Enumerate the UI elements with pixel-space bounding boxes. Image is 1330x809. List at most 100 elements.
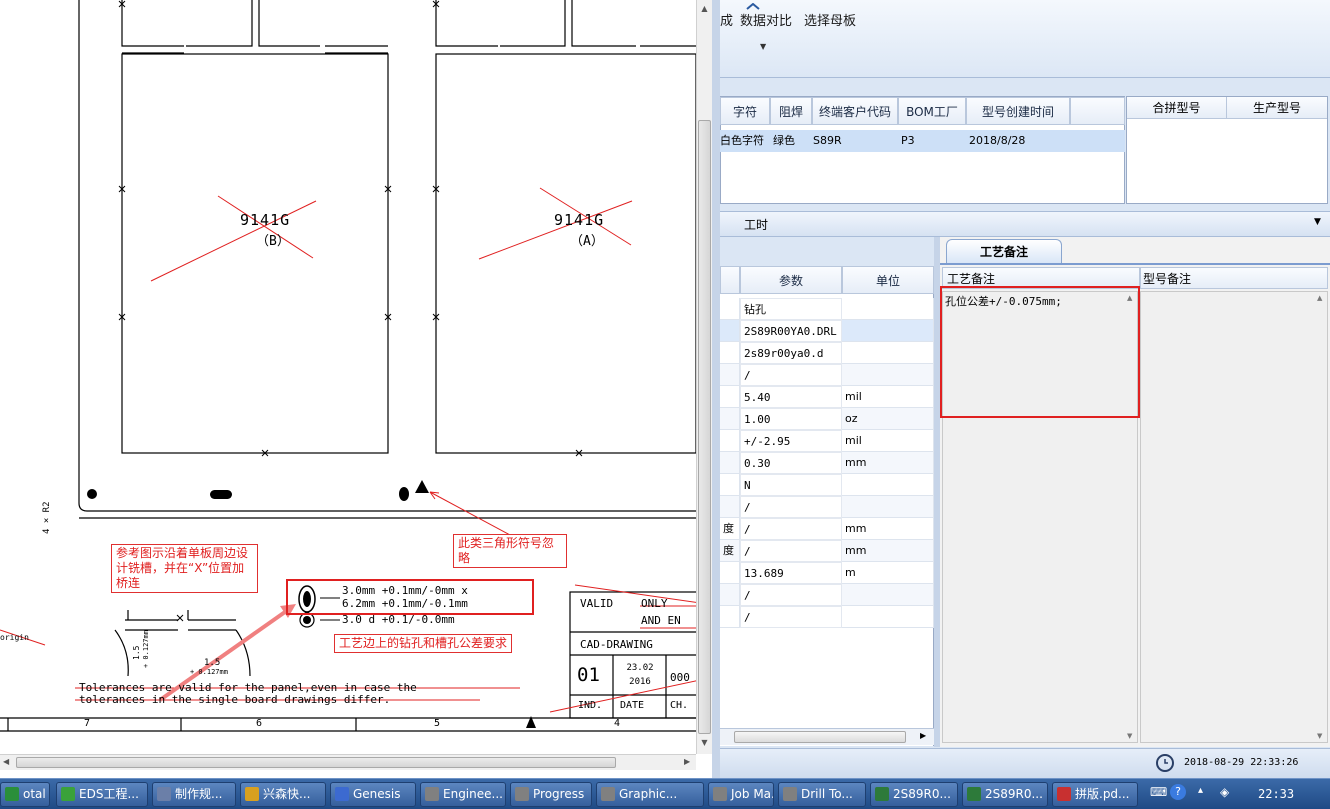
col-header-param[interactable]: 参数 bbox=[740, 266, 842, 294]
taskbar-item[interactable]: 兴森快... bbox=[240, 782, 326, 807]
tb-ind-value: 01 bbox=[577, 664, 600, 686]
param-value[interactable]: / bbox=[740, 496, 842, 518]
col-header-customer[interactable]: 终端客户代码 bbox=[812, 97, 898, 125]
scroll-up-icon[interactable]: ▲ bbox=[699, 4, 710, 14]
pdf-vscroll-thumb[interactable] bbox=[698, 120, 711, 734]
scroll-right-icon[interactable]: ▶ bbox=[684, 757, 690, 766]
tb-only: ONLY bbox=[641, 597, 668, 610]
keyboard-icon[interactable]: ⌨ bbox=[1150, 785, 1167, 799]
param-unit: mm bbox=[842, 452, 934, 474]
taskbar-item[interactable]: Progress bbox=[510, 782, 592, 807]
holes-note: 工艺边上的钻孔和槽孔公差要求 bbox=[334, 634, 513, 653]
app-icon bbox=[61, 787, 75, 801]
tb-date-value: 23.02 2016 bbox=[626, 663, 654, 687]
taskbar-item[interactable]: Genesis bbox=[330, 782, 416, 807]
section-dropdown-icon[interactable]: ▼ bbox=[1314, 217, 1321, 227]
pdf-horizontal-scrollbar[interactable]: ◀ ▶ bbox=[0, 754, 696, 770]
tab-process-notes[interactable]: 工艺备注 bbox=[946, 239, 1062, 263]
network-icon[interactable]: ◈ bbox=[1220, 785, 1229, 799]
scroll-up-icon[interactable]: ▲ bbox=[1317, 294, 1322, 302]
col-header-bom[interactable]: BOM工厂 bbox=[898, 97, 966, 125]
tab-work-hours[interactable]: 工时 bbox=[744, 216, 768, 233]
taskbar-item[interactable]: Drill To... bbox=[778, 782, 866, 807]
ruler-5: 5 bbox=[434, 718, 441, 729]
origin-label: origin bbox=[0, 633, 29, 642]
param-unit bbox=[842, 584, 934, 606]
param-unit bbox=[842, 474, 934, 496]
ruler-6: 6 bbox=[256, 718, 263, 729]
param-label: 度 bbox=[720, 540, 740, 562]
scroll-left-icon[interactable]: ◀ bbox=[3, 757, 9, 766]
param-value[interactable]: N bbox=[740, 474, 842, 496]
taskbar-item[interactable]: 2S89R0... bbox=[870, 782, 958, 807]
params-hscroll[interactable]: ▶ bbox=[720, 728, 934, 745]
col-header-production[interactable]: 生产型号 bbox=[1227, 97, 1327, 119]
taskbar-item-label: 兴森快... bbox=[263, 787, 311, 801]
taskbar-item[interactable]: 制作规... bbox=[152, 782, 236, 807]
param-value[interactable]: 2s89r00ya0.d bbox=[740, 342, 842, 364]
scroll-down-icon[interactable]: ▼ bbox=[1127, 732, 1132, 740]
system-tray: ⌨ ? ▴ ◈ 22:33 bbox=[1146, 783, 1326, 806]
ribbon-partial-button[interactable]: 成 bbox=[720, 10, 733, 29]
param-value[interactable]: / bbox=[740, 584, 842, 606]
data-compare-button[interactable]: 数据对比 bbox=[740, 10, 792, 29]
scroll-down-icon[interactable]: ▼ bbox=[699, 738, 710, 748]
taskbar-item[interactable]: Job Ma... bbox=[708, 782, 774, 807]
tb-date: DATE bbox=[620, 700, 645, 711]
param-unit: mm bbox=[842, 540, 934, 562]
taskbar-clock[interactable]: 22:33 bbox=[1258, 787, 1294, 801]
col-header-unit[interactable]: 单位 bbox=[842, 266, 934, 294]
col-header-char[interactable]: 字符 bbox=[720, 97, 770, 125]
param-value[interactable]: 5.40 bbox=[740, 386, 842, 408]
param-value[interactable]: +/-2.95 bbox=[740, 430, 842, 452]
taskbar-item[interactable]: otal C... bbox=[0, 782, 50, 807]
param-label bbox=[720, 386, 740, 408]
cell-solder: 绿色 bbox=[773, 134, 795, 147]
param-value[interactable]: 1.00 bbox=[740, 408, 842, 430]
taskbar-item[interactable]: 2S89R0... bbox=[962, 782, 1048, 807]
taskbar-item-label: 制作规... bbox=[175, 787, 223, 801]
app-icon bbox=[425, 787, 439, 801]
col-header-model-note[interactable]: 型号备注 bbox=[1140, 267, 1328, 289]
col-header-solder[interactable]: 阻焊 bbox=[770, 97, 812, 125]
hole-spec-line1: 3.0mm +0.1mm/-0mm x bbox=[342, 584, 468, 597]
taskbar-item[interactable]: 拼版.pd... bbox=[1052, 782, 1138, 807]
param-label bbox=[720, 562, 740, 584]
app-icon bbox=[1057, 787, 1071, 801]
param-value[interactable]: 2S89R00YA0.DRL bbox=[740, 320, 842, 342]
param-value[interactable]: / bbox=[740, 540, 842, 562]
taskbar-item[interactable]: EDS工程... bbox=[56, 782, 148, 807]
taskbar-item-label: Job Ma... bbox=[731, 787, 773, 801]
ruler-4: 4 bbox=[614, 718, 621, 729]
col-header-merge[interactable]: 合拼型号 bbox=[1127, 97, 1227, 119]
param-value[interactable]: / bbox=[740, 364, 842, 386]
dim-0127: + 0.127mm bbox=[142, 630, 150, 668]
tb-and-en: AND EN bbox=[641, 614, 681, 627]
app-icon bbox=[245, 787, 259, 801]
param-value[interactable]: / bbox=[740, 606, 842, 628]
param-value[interactable]: 钻孔 bbox=[740, 298, 842, 320]
taskbar-item[interactable]: Graphic... bbox=[596, 782, 704, 807]
bridge-note: 参考图示沿着单板周边设计铣槽，并在“X”位置加桥连 bbox=[111, 544, 258, 593]
select-mother-board-button[interactable]: 选择母板 bbox=[804, 10, 856, 29]
param-label bbox=[720, 496, 740, 518]
tray-expand-icon[interactable]: ▴ bbox=[1198, 785, 1203, 796]
model-note-textarea[interactable]: ▲ ▼ bbox=[1140, 291, 1328, 743]
param-value[interactable]: 13.689 bbox=[740, 562, 842, 584]
taskbar-item[interactable]: Enginee... bbox=[420, 782, 506, 807]
params-hscroll-thumb[interactable] bbox=[734, 731, 906, 743]
param-label bbox=[720, 298, 740, 320]
pdf-hscroll-thumb[interactable] bbox=[16, 757, 616, 768]
dropdown-caret-icon[interactable]: ▼ bbox=[760, 42, 766, 51]
pdf-vertical-scrollbar[interactable]: ▲ ▼ bbox=[696, 0, 712, 754]
help-icon[interactable]: ? bbox=[1170, 784, 1186, 800]
param-label bbox=[720, 364, 740, 386]
param-value[interactable]: 0.30 bbox=[740, 452, 842, 474]
tb-valid: VALID bbox=[580, 597, 614, 610]
param-value[interactable]: / bbox=[740, 518, 842, 540]
col-header-created[interactable]: 型号创建时间 bbox=[966, 97, 1070, 125]
scroll-right-icon[interactable]: ▶ bbox=[920, 731, 926, 740]
scroll-down-icon[interactable]: ▼ bbox=[1317, 732, 1322, 740]
taskbar-item-label: Enginee... bbox=[443, 787, 503, 801]
taskbar: otal C... EDS工程... 制作规... 兴森快... Genesis Engi… bbox=[0, 778, 1330, 809]
